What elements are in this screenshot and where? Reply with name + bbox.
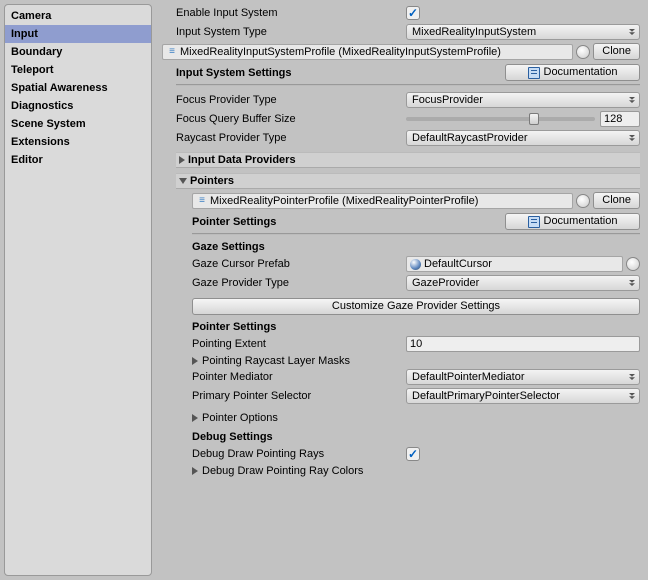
clone-button[interactable]: Clone (593, 192, 640, 209)
gaze-cursor-prefab-field[interactable]: DefaultCursor (406, 256, 623, 272)
sidebar-item-teleport[interactable]: Teleport (5, 61, 151, 79)
input-system-type-label: Input System Type (176, 26, 406, 38)
documentation-icon (528, 67, 540, 79)
foldout-label: Input Data Providers (188, 154, 296, 166)
object-picker-button[interactable] (626, 257, 640, 271)
focus-provider-type-dropdown[interactable]: FocusProvider (406, 92, 640, 108)
sidebar-item-spatial-awareness[interactable]: Spatial Awareness (5, 79, 151, 97)
divider (176, 84, 640, 86)
pointer-mediator-label: Pointer Mediator (192, 371, 406, 383)
sidebar-item-extensions[interactable]: Extensions (5, 133, 151, 151)
primary-pointer-selector-label: Primary Pointer Selector (192, 390, 406, 402)
customize-gaze-provider-button[interactable]: Customize Gaze Provider Settings (192, 298, 640, 315)
foldout-arrow-icon (192, 467, 198, 475)
clone-button[interactable]: Clone (593, 43, 640, 60)
object-picker-button[interactable] (576, 45, 590, 59)
enable-input-system-checkbox[interactable] (406, 6, 420, 20)
foldout-arrow-icon (192, 357, 198, 365)
enable-input-system-label: Enable Input System (176, 7, 406, 19)
pointer-profile-field[interactable]: ≡ MixedRealityPointerProfile (MixedReali… (192, 193, 573, 209)
sidebar-item-camera[interactable]: Camera (5, 7, 151, 25)
foldout-pointers[interactable]: Pointers (176, 173, 640, 189)
sidebar-item-editor[interactable]: Editor (5, 151, 151, 169)
documentation-button[interactable]: Documentation (505, 64, 640, 81)
divider (192, 233, 640, 235)
focus-provider-type-label: Focus Provider Type (176, 94, 406, 106)
foldout-arrow-icon (179, 156, 185, 164)
foldout-input-data-providers[interactable]: Input Data Providers (176, 152, 640, 168)
profile-asset-icon: ≡ (167, 47, 177, 57)
gaze-settings-title: Gaze Settings (192, 241, 640, 253)
foldout-arrow-icon (192, 414, 198, 422)
gaze-provider-type-dropdown[interactable]: GazeProvider (406, 275, 640, 291)
foldout-arrow-icon (179, 178, 187, 184)
pointing-extent-label: Pointing Extent (192, 338, 406, 350)
focus-query-buffer-value[interactable]: 128 (600, 111, 640, 127)
documentation-icon (528, 216, 540, 228)
foldout-label: Debug Draw Pointing Ray Colors (202, 465, 363, 477)
object-picker-button[interactable] (576, 194, 590, 208)
documentation-button[interactable]: Documentation (505, 213, 640, 230)
input-system-type-dropdown[interactable]: MixedRealityInputSystem (406, 24, 640, 40)
inspector-panel: Enable Input System Input System Type Mi… (156, 0, 648, 580)
debug-settings-title: Debug Settings (192, 431, 640, 443)
profile-asset-icon: ≡ (197, 196, 207, 206)
sidebar: Camera Input Boundary Teleport Spatial A… (4, 4, 152, 576)
raycast-provider-type-label: Raycast Provider Type (176, 132, 406, 144)
input-system-profile-field[interactable]: ≡ MixedRealityInputSystemProfile (MixedR… (162, 44, 573, 60)
primary-pointer-selector-dropdown[interactable]: DefaultPrimaryPointerSelector (406, 388, 640, 404)
foldout-debug-draw-pointing-ray-colors[interactable]: Debug Draw Pointing Ray Colors (192, 464, 640, 478)
foldout-pointer-options[interactable]: Pointer Options (192, 411, 640, 425)
foldout-pointing-raycast-layer-masks[interactable]: Pointing Raycast Layer Masks (192, 354, 640, 368)
pointer-profile-text: MixedRealityPointerProfile (MixedReality… (210, 195, 478, 207)
debug-draw-pointing-rays-label: Debug Draw Pointing Rays (192, 448, 406, 460)
sidebar-item-scene-system[interactable]: Scene System (5, 115, 151, 133)
profile-name-text: MixedRealityInputSystemProfile (MixedRea… (180, 46, 501, 58)
pointer-mediator-dropdown[interactable]: DefaultPointerMediator (406, 369, 640, 385)
prefab-icon (410, 259, 421, 270)
focus-query-buffer-label: Focus Query Buffer Size (176, 113, 406, 125)
gaze-provider-type-label: Gaze Provider Type (192, 277, 406, 289)
documentation-label: Documentation (544, 65, 618, 80)
focus-query-buffer-slider[interactable] (406, 117, 595, 121)
pointer-settings-subtitle: Pointer Settings (192, 321, 640, 333)
foldout-label: Pointing Raycast Layer Masks (202, 355, 350, 367)
foldout-label: Pointers (190, 175, 234, 187)
gaze-cursor-prefab-value: DefaultCursor (424, 258, 492, 270)
raycast-provider-type-dropdown[interactable]: DefaultRaycastProvider (406, 130, 640, 146)
documentation-label: Documentation (544, 214, 618, 229)
pointing-extent-field[interactable]: 10 (406, 336, 640, 352)
foldout-label: Pointer Options (202, 412, 278, 424)
debug-draw-pointing-rays-checkbox[interactable] (406, 447, 420, 461)
pointer-settings-title: Pointer Settings (192, 216, 276, 228)
sidebar-item-diagnostics[interactable]: Diagnostics (5, 97, 151, 115)
gaze-cursor-prefab-label: Gaze Cursor Prefab (192, 258, 406, 270)
sidebar-item-input[interactable]: Input (5, 25, 151, 43)
input-system-settings-title: Input System Settings (176, 67, 292, 79)
sidebar-item-boundary[interactable]: Boundary (5, 43, 151, 61)
